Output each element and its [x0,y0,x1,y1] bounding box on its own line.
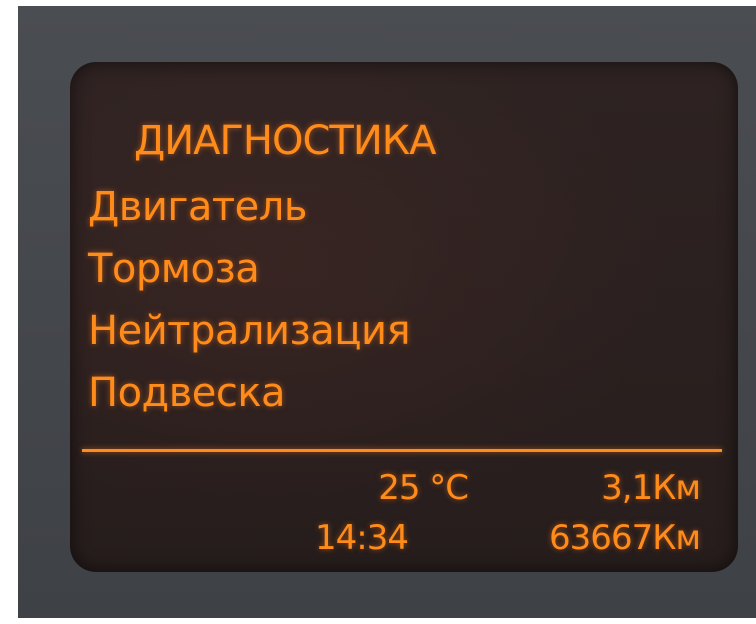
diagnostic-screen: ДИАГНОСТИКА Двигатель Тормоза Нейтрализа… [70,62,738,572]
clock: 14:34 [315,518,409,558]
menu-item-catalyst[interactable]: Нейтрализация [88,308,411,354]
outside-temperature: 25 °C [378,468,469,508]
menu-item-engine[interactable]: Двигатель [88,184,307,230]
menu-title: ДИАГНОСТИКА [134,118,437,164]
trip-distance: 3,1Км [601,468,701,508]
menu-item-brakes[interactable]: Тормоза [88,246,260,292]
menu-item-suspension[interactable]: Подвеска [88,370,286,416]
status-divider [82,449,722,452]
display-bezel: ДИАГНОСТИКА Двигатель Тормоза Нейтрализа… [18,6,756,618]
odometer: 63667Км [549,518,701,558]
